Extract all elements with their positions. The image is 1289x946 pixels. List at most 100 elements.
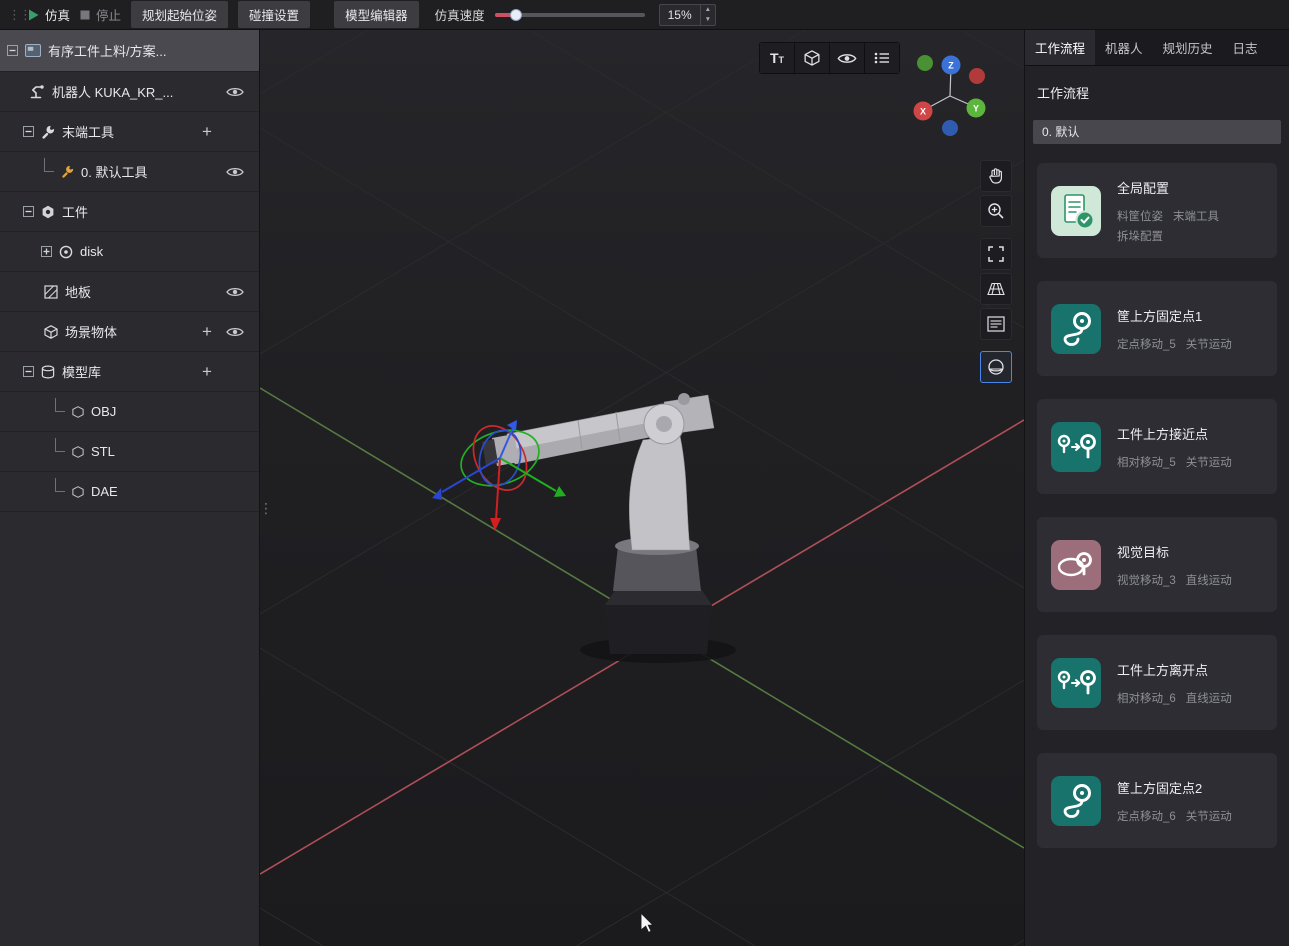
- model-editor-button[interactable]: 模型编辑器: [334, 1, 419, 28]
- tree-item-obj[interactable]: OBJ: [0, 392, 259, 432]
- tree-item-dae[interactable]: DAE: [0, 472, 259, 512]
- workflow-card-leave-point[interactable]: 工件上方离开点 相对移动_6 直线运动: [1037, 635, 1277, 730]
- sim-speed-label: 仿真速度: [435, 5, 485, 24]
- card-body: 筐上方固定点2 定点移动_6 关节运动: [1117, 778, 1232, 824]
- tab-workflow[interactable]: 工作流程: [1025, 30, 1095, 65]
- workflow-card-fixed-point-2[interactable]: 筐上方固定点2 定点移动_6 关节运动: [1037, 753, 1277, 848]
- workflow-card-approach-point[interactable]: 工件上方接近点 相对移动_5 关节运动: [1037, 399, 1277, 494]
- tab-robot[interactable]: 机器人: [1095, 30, 1153, 65]
- axis-neg-y-ball[interactable]: [917, 55, 933, 71]
- visibility-eye-icon[interactable]: [226, 286, 244, 298]
- wrench-icon: [41, 125, 55, 139]
- orientation-gizmo[interactable]: Z X Y: [900, 50, 1000, 142]
- perspective-grid-icon: [987, 282, 1005, 296]
- console-list-icon: [987, 316, 1005, 332]
- left-splitter-handle[interactable]: ⋮: [260, 505, 265, 512]
- card-tags: 料筐位姿 末端工具 拆垛配置: [1117, 208, 1263, 244]
- tree-item-default-tool[interactable]: 0. 默认工具: [0, 152, 259, 192]
- tab-log[interactable]: 日志: [1223, 30, 1268, 65]
- tree-item-label: 0. 默认工具: [81, 162, 147, 181]
- add-tool-button[interactable]: +: [202, 123, 212, 140]
- workflow-selector[interactable]: 0. 默认: [1033, 120, 1281, 144]
- tree-item-workpieces[interactable]: 工件: [0, 192, 259, 232]
- add-model-button[interactable]: +: [202, 363, 212, 380]
- visibility-eye-icon[interactable]: [226, 326, 244, 338]
- card-tags: 视觉移动_3 直线运动: [1117, 572, 1232, 588]
- text-labels-toggle-button[interactable]: TT: [760, 43, 794, 73]
- display-toolbar: TT: [759, 42, 900, 74]
- card-title: 视觉目标: [1117, 542, 1232, 561]
- collapse-minus-icon[interactable]: [23, 206, 34, 217]
- tree-item-floor[interactable]: 地板: [0, 272, 259, 312]
- card-tag: 相对移动_6: [1117, 690, 1176, 706]
- tree-item-model-library[interactable]: 模型库 +: [0, 352, 259, 392]
- card-body: 视觉目标 视觉移动_3 直线运动: [1117, 542, 1232, 588]
- tab-planning-history[interactable]: 规划历史: [1153, 30, 1223, 65]
- card-tag: 关节运动: [1186, 336, 1232, 352]
- app-window: ⋮⋮ 仿真 停止 规划起始位姿 碰撞设置 模型编辑器 仿真速度 15% ▲ ▼: [0, 0, 1289, 946]
- workflow-card-global-config[interactable]: 全局配置 料筐位姿 末端工具 拆垛配置: [1037, 163, 1277, 258]
- tree-item-label: 地板: [65, 282, 91, 301]
- right-splitter-handle[interactable]: ⋮: [1018, 505, 1024, 512]
- stop-label: 停止: [96, 5, 121, 24]
- section-view-button[interactable]: [980, 351, 1012, 383]
- collapse-minus-icon[interactable]: [7, 45, 18, 56]
- tree-item-label: 场景物体: [65, 322, 117, 341]
- axis-neg-z-ball[interactable]: [942, 120, 958, 136]
- sim-speed-slider[interactable]: [495, 13, 645, 17]
- tree-item-stl[interactable]: STL: [0, 432, 259, 472]
- collapse-minus-icon[interactable]: [23, 366, 34, 377]
- workflow-card-list: 全局配置 料筐位姿 末端工具 拆垛配置 筐上方固定点1: [1025, 163, 1289, 848]
- axis-neg-x-ball[interactable]: [969, 68, 985, 84]
- tree-item-label: 模型库: [62, 362, 101, 381]
- card-body: 工件上方离开点 相对移动_6 直线运动: [1117, 660, 1232, 706]
- toolbar-drag-handle-icon[interactable]: ⋮⋮: [8, 7, 18, 23]
- card-tag: 相对移动_5: [1117, 454, 1176, 470]
- card-body: 全局配置 料筐位姿 末端工具 拆垛配置: [1117, 178, 1263, 244]
- card-title: 筐上方固定点1: [1117, 306, 1232, 325]
- visibility-display-button[interactable]: [830, 43, 864, 73]
- tree-item-label: OBJ: [91, 404, 116, 419]
- scene-canvas[interactable]: [260, 30, 1024, 946]
- spin-up-button[interactable]: ▲: [701, 5, 715, 15]
- stop-button[interactable]: 停止: [80, 5, 121, 24]
- add-scene-object-button[interactable]: +: [202, 323, 212, 340]
- ground-plane-button[interactable]: [980, 273, 1012, 305]
- plan-start-pose-button[interactable]: 规划起始位姿: [131, 1, 228, 28]
- collision-settings-button[interactable]: 碰撞设置: [238, 1, 310, 28]
- slider-knob[interactable]: [510, 9, 522, 21]
- simulate-button[interactable]: 仿真: [28, 5, 70, 24]
- disk-icon: [59, 245, 73, 259]
- play-icon: [28, 9, 39, 21]
- robot-model[interactable]: [482, 393, 736, 663]
- spin-down-button[interactable]: ▼: [701, 15, 715, 25]
- main-area: 有序工件上料/方案... 机器人 KUKA_KR_... 末端工具 + 0. 默…: [0, 30, 1289, 946]
- axis-y-label: Y: [973, 104, 979, 114]
- card-title: 工件上方离开点: [1117, 660, 1232, 679]
- zoom-tool-button[interactable]: [980, 195, 1012, 227]
- workflow-card-fixed-point-1[interactable]: 筐上方固定点1 定点移动_5 关节运动: [1037, 281, 1277, 376]
- tree-item-robot[interactable]: 机器人 KUKA_KR_...: [0, 72, 259, 112]
- tree-item-disk[interactable]: disk: [0, 232, 259, 272]
- expand-plus-icon[interactable]: [41, 246, 52, 257]
- tree-connector: [55, 478, 65, 492]
- mesh-display-button[interactable]: [795, 43, 829, 73]
- speed-spinbox[interactable]: 15% ▲ ▼: [659, 4, 716, 26]
- card-tag: 定点移动_6: [1117, 808, 1176, 824]
- fit-view-button[interactable]: [980, 238, 1012, 270]
- tree-item-scene-objects[interactable]: 场景物体 +: [0, 312, 259, 352]
- viewport-3d[interactable]: TT Z X Y: [260, 30, 1024, 946]
- top-toolbar: ⋮⋮ 仿真 停止 规划起始位姿 碰撞设置 模型编辑器 仿真速度 15% ▲ ▼: [0, 0, 1289, 30]
- tree-item-end-tools[interactable]: 末端工具 +: [0, 112, 259, 152]
- collapse-minus-icon[interactable]: [23, 126, 34, 137]
- list-display-button[interactable]: [865, 43, 899, 73]
- visibility-eye-icon[interactable]: [226, 166, 244, 178]
- pan-tool-button[interactable]: [980, 160, 1012, 192]
- visibility-eye-icon[interactable]: [226, 86, 244, 98]
- console-panel-button[interactable]: [980, 308, 1012, 340]
- card-tag: 关节运动: [1186, 808, 1232, 824]
- workflow-card-vision-target[interactable]: 视觉目标 视觉移动_3 直线运动: [1037, 517, 1277, 612]
- tree-item-project-root[interactable]: 有序工件上料/方案...: [0, 30, 259, 72]
- project-scene-icon: [25, 44, 41, 57]
- spin-steppers: ▲ ▼: [700, 5, 715, 25]
